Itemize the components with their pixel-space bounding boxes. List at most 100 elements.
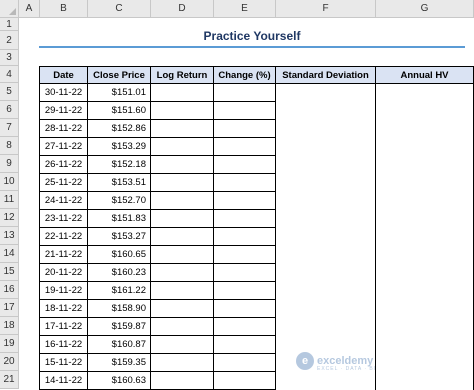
change-cell[interactable] <box>213 227 276 246</box>
date-cell[interactable]: 25-11-22 <box>39 173 88 192</box>
change-cell[interactable] <box>213 155 276 174</box>
close-price-cell[interactable]: $159.87 <box>87 317 151 336</box>
column-header-g[interactable]: G <box>376 0 474 18</box>
change-cell[interactable] <box>213 371 276 390</box>
std-dev-merged-cell[interactable] <box>275 83 376 390</box>
log-return-cell[interactable] <box>150 299 214 318</box>
column-header-b[interactable]: B <box>40 0 88 18</box>
header-annual-hv[interactable]: Annual HV <box>375 66 474 84</box>
close-price-cell[interactable]: $159.35 <box>87 353 151 372</box>
date-cell[interactable]: 30-11-22 <box>39 83 88 102</box>
date-cell[interactable]: 26-11-22 <box>39 155 88 174</box>
date-cell[interactable]: 24-11-22 <box>39 191 88 210</box>
log-return-cell[interactable] <box>150 137 214 156</box>
change-cell[interactable] <box>213 335 276 354</box>
log-return-cell[interactable] <box>150 227 214 246</box>
header-std-dev[interactable]: Standard Deviation <box>275 66 376 84</box>
column-header-c[interactable]: C <box>88 0 151 18</box>
row-header-3[interactable]: 3 <box>0 50 19 66</box>
row-header-20[interactable]: 20 <box>0 353 19 371</box>
close-price-cell[interactable]: $161.22 <box>87 281 151 300</box>
change-cell[interactable] <box>213 173 276 192</box>
log-return-cell[interactable] <box>150 209 214 228</box>
row-header-1[interactable]: 1 <box>0 18 19 31</box>
log-return-cell[interactable] <box>150 173 214 192</box>
header-log-return[interactable]: Log Return <box>150 66 214 84</box>
log-return-cell[interactable] <box>150 101 214 120</box>
date-cell[interactable]: 28-11-22 <box>39 119 88 138</box>
column-header-d[interactable]: D <box>151 0 214 18</box>
close-price-cell[interactable]: $153.29 <box>87 137 151 156</box>
header-date[interactable]: Date <box>39 66 88 84</box>
header-change[interactable]: Change (%) <box>213 66 276 84</box>
date-cell[interactable]: 18-11-22 <box>39 299 88 318</box>
date-cell[interactable]: 19-11-22 <box>39 281 88 300</box>
log-return-cell[interactable] <box>150 245 214 264</box>
change-cell[interactable] <box>213 209 276 228</box>
close-price-cell[interactable]: $158.90 <box>87 299 151 318</box>
row-header-7[interactable]: 7 <box>0 119 19 137</box>
change-cell[interactable] <box>213 281 276 300</box>
close-price-cell[interactable]: $152.70 <box>87 191 151 210</box>
select-all-corner[interactable] <box>0 0 19 18</box>
column-header-e[interactable]: E <box>214 0 276 18</box>
close-price-cell[interactable]: $153.27 <box>87 227 151 246</box>
date-cell[interactable]: 14-11-22 <box>39 371 88 390</box>
date-cell[interactable]: 29-11-22 <box>39 101 88 120</box>
row-header-18[interactable]: 18 <box>0 317 19 335</box>
row-header-9[interactable]: 9 <box>0 155 19 173</box>
close-price-cell[interactable]: $151.01 <box>87 83 151 102</box>
row-header-10[interactable]: 10 <box>0 173 19 191</box>
sheet-title[interactable]: Practice Yourself <box>39 28 465 45</box>
change-cell[interactable] <box>213 191 276 210</box>
date-cell[interactable]: 16-11-22 <box>39 335 88 354</box>
change-cell[interactable] <box>213 263 276 282</box>
close-price-cell[interactable]: $152.86 <box>87 119 151 138</box>
row-header-19[interactable]: 19 <box>0 335 19 353</box>
log-return-cell[interactable] <box>150 281 214 300</box>
date-cell[interactable]: 27-11-22 <box>39 137 88 156</box>
close-price-cell[interactable]: $151.83 <box>87 209 151 228</box>
column-header-a[interactable]: A <box>19 0 40 18</box>
row-header-8[interactable]: 8 <box>0 137 19 155</box>
log-return-cell[interactable] <box>150 317 214 336</box>
log-return-cell[interactable] <box>150 119 214 138</box>
column-header-f[interactable]: F <box>276 0 376 18</box>
annual-hv-merged-cell[interactable] <box>375 83 474 390</box>
row-header-21[interactable]: 21 <box>0 371 19 389</box>
change-cell[interactable] <box>213 119 276 138</box>
date-cell[interactable]: 23-11-22 <box>39 209 88 228</box>
change-cell[interactable] <box>213 83 276 102</box>
change-cell[interactable] <box>213 353 276 372</box>
change-cell[interactable] <box>213 101 276 120</box>
date-cell[interactable]: 22-11-22 <box>39 227 88 246</box>
date-cell[interactable]: 20-11-22 <box>39 263 88 282</box>
date-cell[interactable]: 17-11-22 <box>39 317 88 336</box>
row-header-6[interactable]: 6 <box>0 101 19 119</box>
date-cell[interactable]: 15-11-22 <box>39 353 88 372</box>
log-return-cell[interactable] <box>150 353 214 372</box>
log-return-cell[interactable] <box>150 335 214 354</box>
row-header-17[interactable]: 17 <box>0 299 19 317</box>
log-return-cell[interactable] <box>150 155 214 174</box>
row-header-12[interactable]: 12 <box>0 209 19 227</box>
row-header-15[interactable]: 15 <box>0 263 19 281</box>
close-price-cell[interactable]: $160.63 <box>87 371 151 390</box>
close-price-cell[interactable]: $160.65 <box>87 245 151 264</box>
row-header-5[interactable]: 5 <box>0 83 19 101</box>
close-price-cell[interactable]: $151.60 <box>87 101 151 120</box>
close-price-cell[interactable]: $160.23 <box>87 263 151 282</box>
close-price-cell[interactable]: $152.18 <box>87 155 151 174</box>
close-price-cell[interactable]: $160.87 <box>87 335 151 354</box>
change-cell[interactable] <box>213 317 276 336</box>
row-header-2[interactable]: 2 <box>0 31 19 50</box>
log-return-cell[interactable] <box>150 83 214 102</box>
row-header-16[interactable]: 16 <box>0 281 19 299</box>
log-return-cell[interactable] <box>150 263 214 282</box>
log-return-cell[interactable] <box>150 191 214 210</box>
change-cell[interactable] <box>213 245 276 264</box>
change-cell[interactable] <box>213 299 276 318</box>
header-close-price[interactable]: Close Price <box>87 66 151 84</box>
row-header-4[interactable]: 4 <box>0 66 19 83</box>
change-cell[interactable] <box>213 137 276 156</box>
